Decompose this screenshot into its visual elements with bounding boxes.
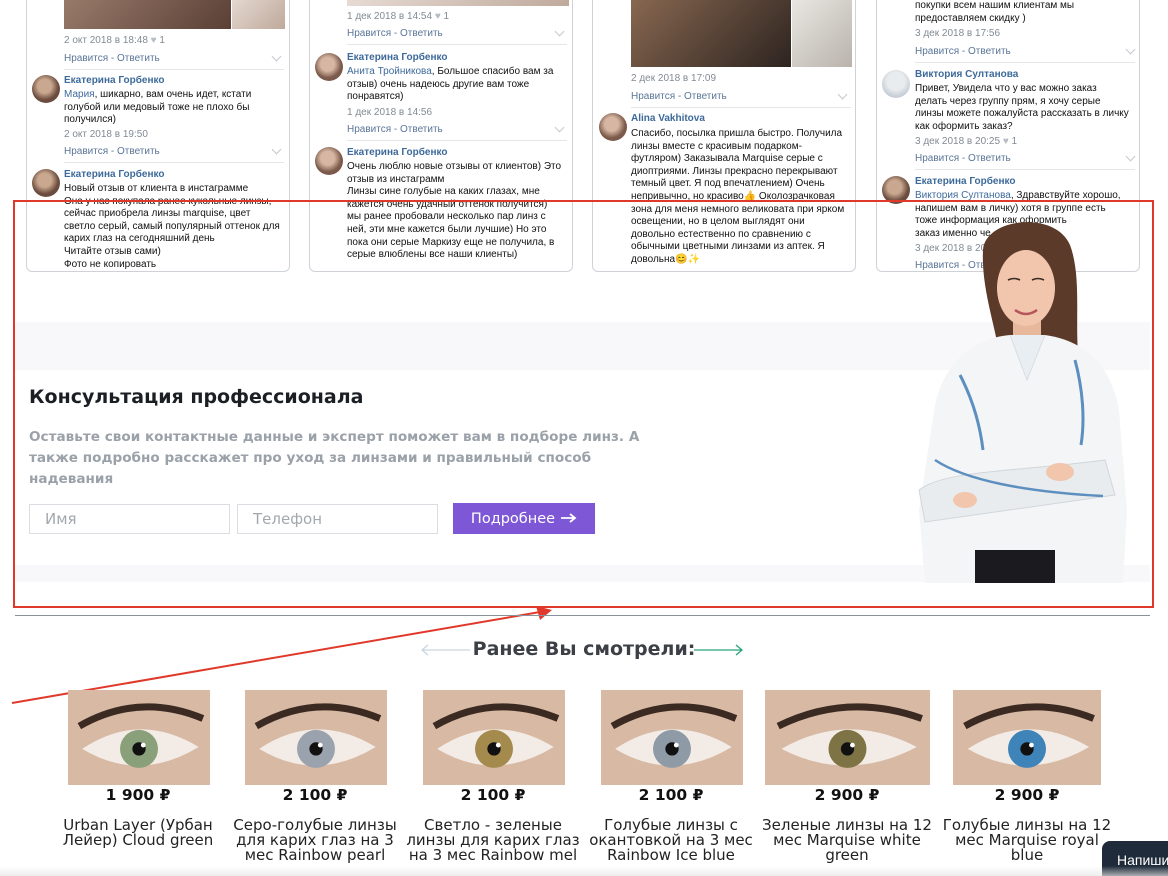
chevron-down-icon[interactable] bbox=[271, 51, 282, 62]
comment-author[interactable]: Екатерина Горбенко bbox=[347, 52, 447, 63]
product-image[interactable] bbox=[245, 690, 387, 785]
chevron-down-icon[interactable] bbox=[837, 89, 848, 100]
review-photo[interactable] bbox=[64, 0, 231, 29]
section-divider bbox=[15, 615, 1150, 616]
product-image[interactable] bbox=[953, 690, 1101, 785]
doctor-illustration bbox=[918, 222, 1127, 583]
reply-to-link[interactable]: Виктория Султанова bbox=[915, 190, 1011, 201]
like-reply-actions[interactable]: Нравится - Ответить bbox=[64, 146, 160, 157]
review-card-1: 2 окт 2018 в 18:48 ♥ 1 Нравится - Ответи… bbox=[26, 0, 290, 272]
review-photo[interactable] bbox=[631, 0, 791, 67]
product-name[interactable]: Голубые линзы с окантовкой на 3 мес Rain… bbox=[581, 818, 761, 863]
comment-date: 2 окт 2018 в 19:50 bbox=[64, 129, 148, 140]
avatar[interactable] bbox=[882, 70, 910, 98]
product-image[interactable] bbox=[765, 690, 930, 785]
product-image[interactable] bbox=[68, 690, 210, 785]
divider bbox=[64, 162, 284, 163]
chevron-down-icon[interactable] bbox=[1125, 151, 1136, 162]
comment-date: 1 дек 2018 в 14:54 bbox=[347, 11, 433, 22]
like-reply-actions[interactable]: Нравится - Ответить bbox=[915, 46, 1011, 57]
like-reply-actions[interactable]: Нравится - Ответить bbox=[64, 53, 160, 64]
comment-text: Спасибо, посылка пришла быстро. Получила… bbox=[631, 128, 845, 265]
product-image[interactable] bbox=[601, 690, 743, 785]
bottom-shadow bbox=[0, 866, 1168, 876]
details-button-label: Подробнее bbox=[470, 510, 556, 527]
chevron-down-icon[interactable] bbox=[1125, 44, 1136, 55]
product-price: 2 100 ₽ bbox=[460, 786, 526, 804]
product-price: 2 100 ₽ bbox=[638, 786, 704, 804]
product-name[interactable]: Голубые линзы на 12 мес Marquise royal b… bbox=[937, 818, 1117, 863]
product-price: 2 100 ₽ bbox=[282, 786, 348, 804]
like-reply-actions[interactable]: Нравится - Ответить bbox=[915, 153, 1011, 164]
like-reply-actions[interactable]: Нравится - Ответить bbox=[347, 124, 443, 135]
avatar[interactable] bbox=[315, 147, 343, 175]
comment-date: 2 окт 2018 в 18:48 bbox=[64, 35, 148, 46]
avatar[interactable] bbox=[32, 169, 60, 197]
divider bbox=[915, 169, 1135, 170]
product-price: 2 900 ₽ bbox=[814, 786, 880, 804]
like-reply-actions[interactable]: Нравится - Ответить bbox=[347, 28, 443, 39]
like-count: 1 bbox=[1011, 136, 1018, 147]
divider bbox=[347, 140, 567, 141]
like-reply-actions[interactable]: Нравится - Ответить bbox=[631, 91, 727, 102]
heart-icon[interactable]: ♥ bbox=[1003, 136, 1009, 147]
comment-date: 3 дек 2018 в 20:25 bbox=[915, 136, 1001, 147]
chevron-down-icon[interactable] bbox=[271, 144, 282, 155]
avatar[interactable] bbox=[882, 176, 910, 204]
reply-to-link[interactable]: Мария bbox=[64, 89, 95, 100]
arrow-right-icon bbox=[561, 511, 577, 527]
comment-text: Анита Тройникова, Большое спасибо вам за… bbox=[347, 66, 554, 103]
arrow-right-icon[interactable] bbox=[694, 644, 744, 656]
review-card-3: 2 дек 2018 в 17:09 Нравится - Ответить A… bbox=[592, 0, 856, 272]
previously-viewed-title: Ранее Вы смотрели: bbox=[472, 638, 696, 660]
review-photo[interactable] bbox=[792, 0, 852, 67]
comment-date: 3 дек 2018 в 17:56 bbox=[915, 28, 1001, 39]
avatar[interactable] bbox=[315, 53, 343, 81]
product-name[interactable]: Зеленые линзы на 12 мес Marquise white g… bbox=[757, 818, 937, 863]
product-price: 1 900 ₽ bbox=[105, 786, 171, 804]
comment-text: покупки всем нашим клиентам мы предостав… bbox=[915, 0, 1075, 24]
comment-text: Мария, шикарно, вам очень идет, кстати г… bbox=[64, 89, 252, 126]
product-name[interactable]: Серо-голубые линзы для карих глаз на 3 м… bbox=[225, 818, 405, 863]
heart-icon[interactable]: ♥ bbox=[151, 35, 157, 46]
review-photo[interactable] bbox=[347, 0, 569, 6]
comment-text: Новый отзыв от клиента в инстаграмме Она… bbox=[64, 183, 280, 270]
divider bbox=[64, 69, 284, 70]
comment-author[interactable]: Екатерина Горбенко bbox=[64, 169, 164, 180]
comment-text: Очень люблю новые отзывы от клиентов) Эт… bbox=[347, 161, 562, 261]
review-photo[interactable] bbox=[232, 0, 285, 29]
avatar[interactable] bbox=[32, 75, 60, 103]
product-price: 2 900 ₽ bbox=[994, 786, 1060, 804]
divider bbox=[631, 107, 851, 108]
avatar[interactable] bbox=[599, 113, 627, 141]
comment-author[interactable]: Екатерина Горбенко bbox=[915, 176, 1015, 187]
comment-text: Привет, Увидела что у вас можно заказ де… bbox=[915, 83, 1129, 132]
comment-author[interactable]: Виктория Султанова bbox=[915, 69, 1018, 80]
comment-date: 1 дек 2018 в 14:56 bbox=[347, 107, 433, 118]
product-image[interactable] bbox=[423, 690, 565, 785]
phone-input[interactable] bbox=[237, 504, 438, 534]
reply-to-link[interactable]: Анита Тройникова bbox=[347, 66, 432, 77]
comment-date: 2 дек 2018 в 17:09 bbox=[631, 73, 717, 84]
name-input[interactable] bbox=[29, 504, 230, 534]
divider bbox=[347, 44, 567, 45]
product-name[interactable]: Urban Layer (Урбан Лейер) Cloud green bbox=[48, 818, 228, 848]
comment-author[interactable]: Екатерина Горбенко bbox=[347, 147, 447, 158]
chevron-down-icon[interactable] bbox=[554, 26, 565, 37]
product-name[interactable]: Светло - зеленые линзы для карих глаз на… bbox=[403, 818, 583, 863]
review-card-2: 1 дек 2018 в 14:54 ♥ 1 Нравится - Ответи… bbox=[309, 0, 573, 272]
consult-description: Оставьте свои контактные данные и экспер… bbox=[29, 429, 640, 487]
like-count: 1 bbox=[159, 35, 165, 46]
like-count: 1 bbox=[443, 11, 450, 22]
heart-icon[interactable]: ♥ bbox=[435, 11, 441, 22]
comment-author[interactable]: Екатерина Горбенко bbox=[64, 75, 164, 86]
consult-title: Консультация профессионала bbox=[29, 386, 364, 408]
chevron-down-icon[interactable] bbox=[554, 122, 565, 133]
details-button[interactable]: Подробнее bbox=[453, 503, 595, 534]
divider bbox=[915, 62, 1135, 63]
comment-author[interactable]: Alina Vakhitova bbox=[631, 113, 705, 124]
